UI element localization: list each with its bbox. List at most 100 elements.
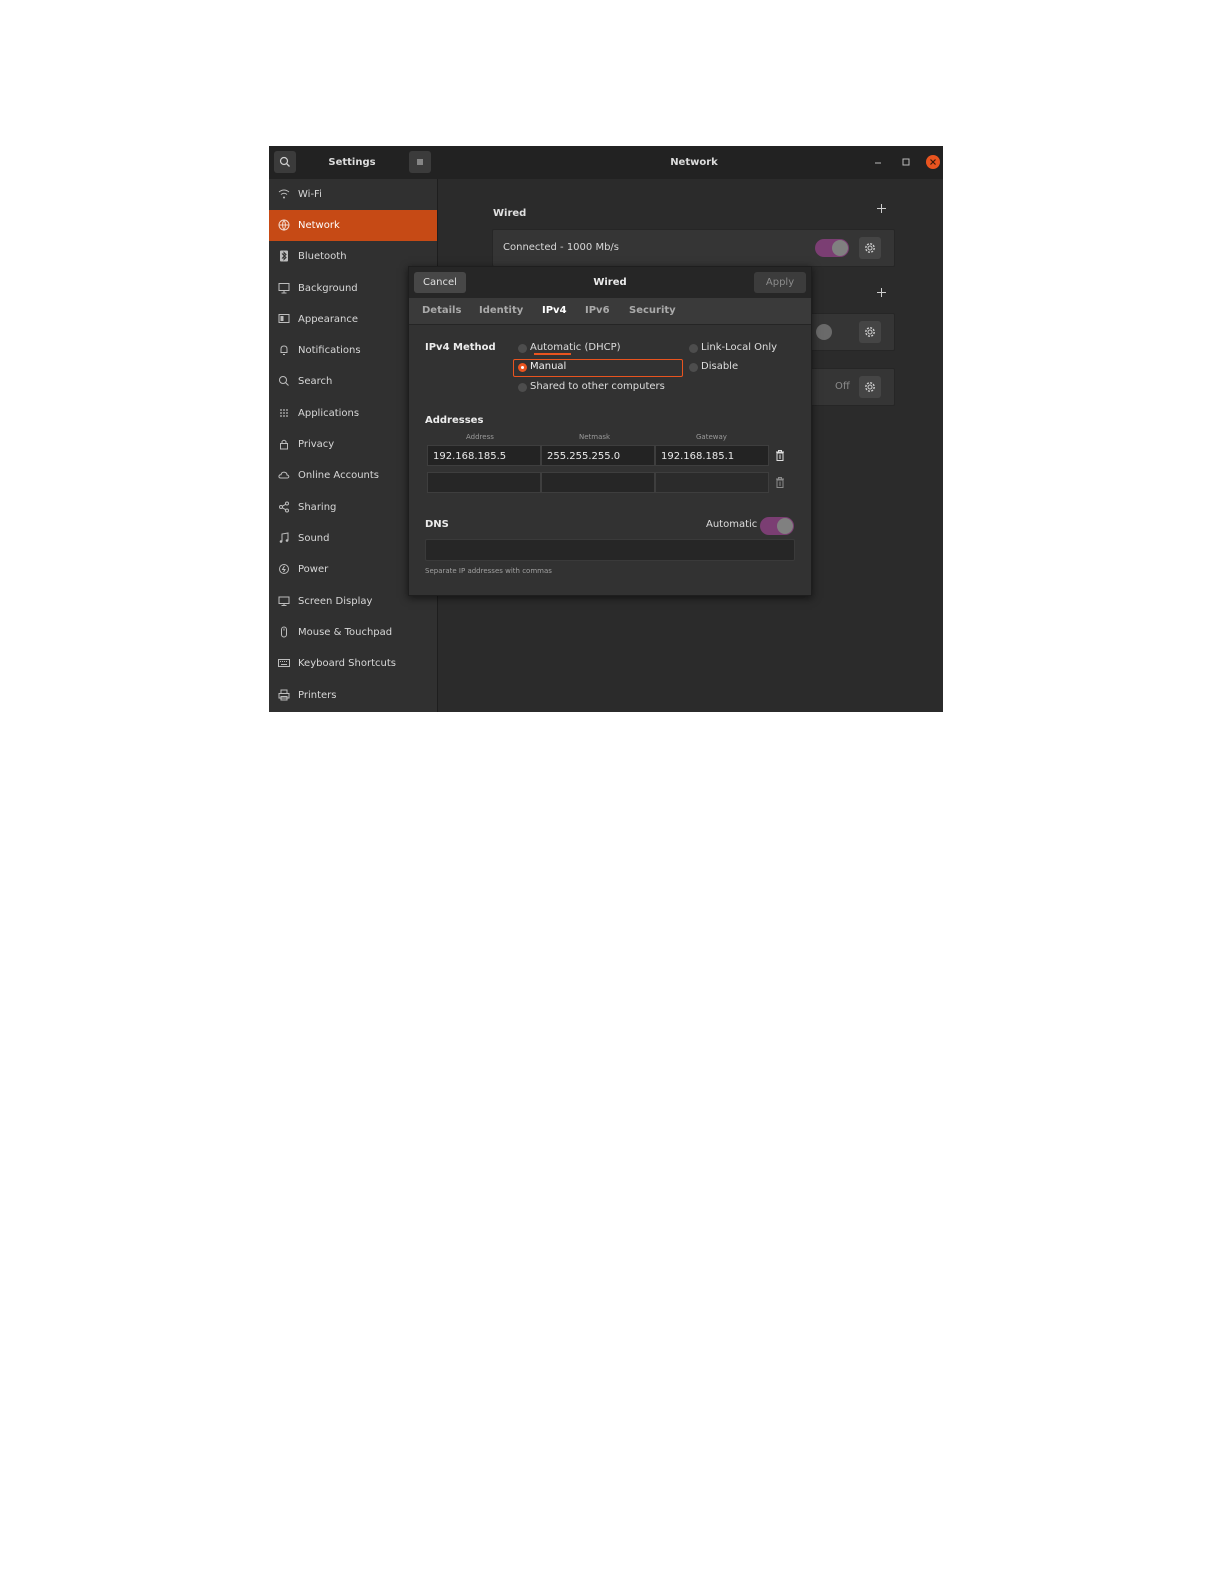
dns-hint: Separate IP addresses with commas [425, 567, 552, 575]
sidebar-item-printers[interactable]: Printers [269, 680, 437, 711]
dialog-tabs: Details Identity IPv4 IPv6 Security [409, 298, 811, 355]
toggle-knob [832, 240, 848, 256]
search-button[interactable] [274, 151, 296, 173]
background-icon [278, 283, 290, 294]
gateway-input[interactable]: 192.168.185.1 [655, 445, 769, 466]
add-wired-button[interactable] [876, 203, 887, 218]
bluetooth-icon [280, 250, 288, 262]
plus-icon [877, 204, 886, 213]
wired-toggle[interactable] [815, 239, 849, 257]
sidebar-item-label: Network [298, 220, 340, 231]
sidebar-item-label: Sharing [298, 502, 337, 513]
search-icon [279, 156, 290, 167]
sidebar-item-label: Online Accounts [298, 470, 380, 481]
tab-identity[interactable]: Identity [479, 298, 523, 324]
sidebar-item-wifi[interactable]: Wi-Fi [269, 179, 437, 210]
sidebar-item-label: Keyboard Shortcuts [298, 658, 396, 669]
wifi-icon [278, 189, 290, 199]
proxy-status: Off [835, 381, 850, 392]
radio-manual-label[interactable]: Manual [530, 361, 566, 372]
toggle-knob [777, 518, 793, 534]
share-icon [279, 501, 289, 513]
dns-automatic-label: Automatic [706, 519, 758, 530]
wired-dialog: Cancel Wired Apply Details Identity IPv4… [408, 266, 812, 596]
sidebar-item-keyboard-shortcuts[interactable]: Keyboard Shortcuts [269, 648, 437, 679]
netmask-input[interactable] [541, 472, 655, 493]
proxy-settings-button[interactable] [859, 376, 881, 398]
music-icon [279, 532, 289, 543]
address-input[interactable]: 192.168.185.5 [427, 445, 541, 466]
plus-icon [877, 288, 886, 297]
sidebar-item-label: Privacy [298, 439, 335, 450]
ipv4-method-label: IPv4 Method [425, 342, 496, 353]
delete-address-icon[interactable] [775, 450, 785, 461]
column-address: Address [466, 433, 494, 441]
sidebar-item-label: Wi-Fi [298, 189, 322, 200]
header-bar: Settings Network [269, 146, 943, 179]
gear-icon [865, 382, 875, 392]
netmask-input[interactable]: 255.255.255.0 [541, 445, 655, 466]
cancel-button[interactable]: Cancel [414, 272, 466, 293]
sidebar-title: Settings [328, 157, 376, 168]
close-button[interactable] [925, 154, 941, 170]
radio-disable-label[interactable]: Disable [701, 361, 738, 372]
tab-ipv6[interactable]: IPv6 [585, 298, 610, 324]
connection-status: Connected - 1000 Mb/s [503, 242, 619, 253]
cloud-icon [278, 471, 290, 479]
sidebar-item-label: Mouse & Touchpad [298, 627, 393, 638]
minimize-icon [875, 162, 881, 164]
dialog-title: Wired [593, 277, 627, 288]
sidebar-item-label: Appearance [298, 314, 359, 325]
dialog-header: Cancel Wired Apply [409, 267, 811, 298]
sidebar-item-label: Printers [298, 690, 337, 701]
maximize-icon [902, 158, 910, 166]
column-netmask: Netmask [579, 433, 611, 441]
maximize-button[interactable] [898, 154, 914, 170]
gear-icon [865, 243, 875, 253]
add-vpn-button[interactable] [876, 287, 887, 302]
active-tab-indicator [534, 353, 571, 355]
search-icon [279, 376, 289, 386]
delete-address-icon[interactable] [775, 477, 785, 488]
dns-label: DNS [425, 519, 449, 530]
radio-shared-label[interactable]: Shared to other computers [530, 381, 665, 392]
close-icon [926, 155, 940, 169]
wired-connection-row: Connected - 1000 Mb/s [492, 229, 895, 267]
radio-disable[interactable] [689, 363, 698, 372]
tab-ipv4[interactable]: IPv4 [542, 298, 567, 324]
vpn-toggle-knob[interactable] [816, 324, 832, 340]
grid-icon [280, 409, 288, 417]
radio-manual[interactable] [518, 363, 527, 372]
sidebar-item-network[interactable]: Network [269, 210, 437, 241]
sidebar-item-label: Power [298, 564, 329, 575]
address-input[interactable] [427, 472, 541, 493]
wired-settings-button[interactable] [859, 237, 881, 259]
dns-input[interactable] [425, 539, 795, 561]
sidebar-item-label: Bluetooth [298, 251, 347, 262]
sidebar-item-label: Notifications [298, 345, 361, 356]
addresses-label: Addresses [425, 415, 484, 426]
radio-automatic-dhcp[interactable] [518, 344, 527, 353]
sidebar-item-label: Screen Display [298, 596, 373, 607]
minimize-button[interactable] [870, 154, 886, 170]
menu-button[interactable] [409, 151, 431, 173]
power-icon [279, 564, 289, 574]
radio-shared[interactable] [518, 383, 527, 392]
page-title: Network [670, 157, 718, 168]
column-gateway: Gateway [696, 433, 727, 441]
mouse-icon [281, 626, 287, 638]
vpn-settings-button[interactable] [859, 321, 881, 343]
tab-security[interactable]: Security [629, 298, 676, 324]
radio-automatic-dhcp-label[interactable]: Automatic (DHCP) [530, 342, 621, 353]
radio-link-local-label[interactable]: Link-Local Only [701, 342, 777, 353]
tab-details[interactable]: Details [422, 298, 461, 324]
gateway-input[interactable] [655, 472, 769, 493]
appearance-icon [278, 314, 290, 323]
apply-button[interactable]: Apply [754, 272, 806, 293]
display-icon [278, 596, 290, 606]
sidebar-item-mouse-touchpad[interactable]: Mouse & Touchpad [269, 617, 437, 648]
radio-link-local[interactable] [689, 344, 698, 353]
dns-automatic-toggle[interactable] [760, 517, 794, 535]
gear-icon [865, 327, 875, 337]
bell-icon [280, 345, 288, 355]
